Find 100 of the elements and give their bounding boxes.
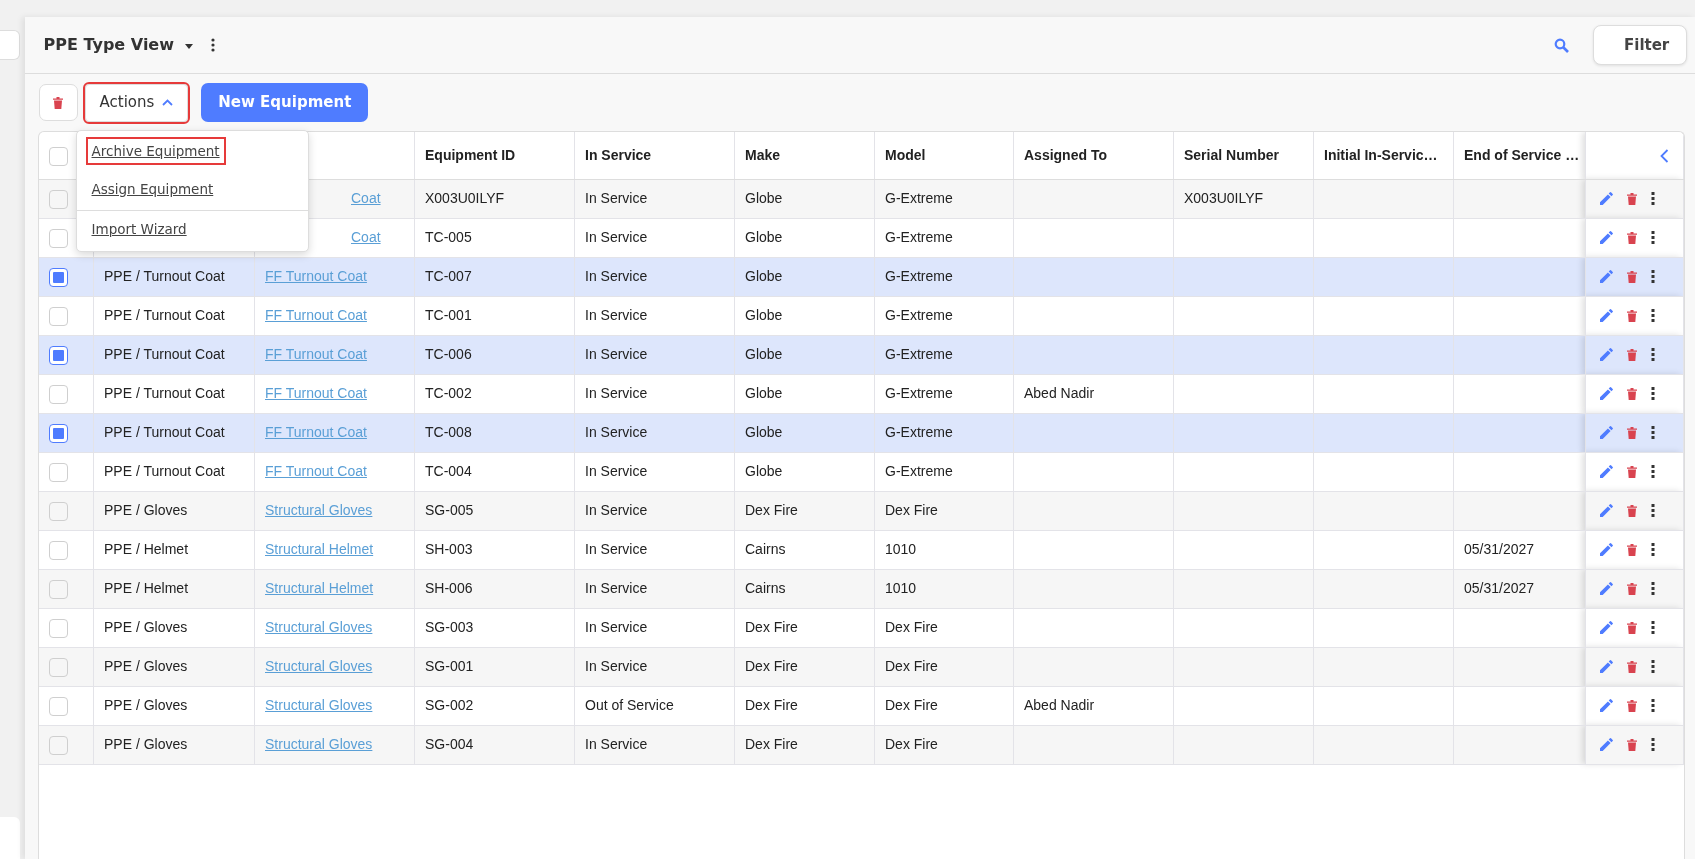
trash-icon[interactable] [1627, 660, 1637, 673]
table-cell: Globe [745, 229, 783, 245]
row-checkbox[interactable] [48, 696, 68, 716]
trash-icon[interactable] [1627, 348, 1637, 361]
row-checkbox[interactable] [48, 462, 68, 482]
menu-item[interactable]: Archive Equipment [76, 133, 308, 172]
row-checkbox[interactable] [48, 423, 68, 443]
trash-icon [53, 96, 63, 109]
more-icon[interactable] [1651, 309, 1655, 322]
column-header[interactable]: Equipment ID [425, 146, 516, 163]
table-cell: Dex Fire [885, 502, 938, 518]
more-icon[interactable] [1651, 270, 1655, 283]
row-checkbox[interactable] [48, 228, 68, 248]
row-checkbox[interactable] [48, 618, 68, 638]
edit-icon[interactable] [1600, 465, 1613, 478]
row-checkbox[interactable] [48, 735, 68, 755]
edit-icon[interactable] [1600, 426, 1613, 439]
view-title[interactable]: PPE Type View [43, 33, 174, 57]
row-checkbox[interactable] [48, 267, 68, 287]
trash-icon[interactable] [1627, 192, 1637, 205]
table-cell: 1010 [885, 541, 917, 557]
more-icon[interactable] [1651, 231, 1655, 244]
table-cell: G-Extreme [885, 346, 953, 362]
menu-item[interactable]: Assign Equipment [76, 171, 308, 210]
trash-icon[interactable] [1627, 270, 1637, 283]
filter-button[interactable]: Filter [1593, 25, 1687, 65]
trash-icon[interactable] [1627, 465, 1637, 478]
column-header[interactable]: Assigned To [1024, 146, 1107, 163]
edit-icon[interactable] [1600, 309, 1613, 322]
row-checkbox[interactable] [48, 540, 68, 560]
trash-icon[interactable] [1627, 426, 1637, 439]
column-header[interactable]: Initial In-Servic… [1324, 146, 1438, 163]
edit-icon[interactable] [1600, 621, 1613, 634]
caret-icon[interactable] [185, 44, 193, 49]
table-cell: In Service [585, 229, 648, 245]
edit-icon[interactable] [1600, 348, 1613, 361]
more-icon[interactable] [1651, 192, 1655, 205]
edit-icon[interactable] [1600, 231, 1613, 244]
table-cell: SH-003 [425, 541, 473, 557]
edit-icon[interactable] [1600, 504, 1613, 517]
chevron-left-icon[interactable] [1660, 149, 1669, 164]
column-header[interactable]: Make [745, 146, 781, 163]
edit-icon[interactable] [1600, 270, 1613, 283]
trash-icon[interactable] [1627, 504, 1637, 517]
item-link[interactable]: FF Turnout Coat [265, 307, 367, 323]
more-icon[interactable] [1651, 504, 1655, 517]
column-header[interactable]: End of Service … [1464, 146, 1580, 163]
more-icon[interactable] [1651, 621, 1655, 634]
item-link[interactable]: FF Turnout Coat [265, 463, 367, 479]
row-checkbox[interactable] [48, 384, 68, 404]
delete-button[interactable] [38, 84, 78, 121]
trash-icon[interactable] [1627, 231, 1637, 244]
trash-icon[interactable] [1627, 543, 1637, 556]
edit-icon[interactable] [1600, 738, 1613, 751]
more-icon[interactable] [1651, 465, 1655, 478]
column-header[interactable]: In Service [585, 146, 652, 163]
more-icon[interactable] [1651, 660, 1655, 673]
column-header[interactable]: Serial Number [1184, 146, 1279, 163]
row-checkbox[interactable] [48, 501, 68, 521]
more-icon[interactable] [1651, 582, 1655, 595]
item-link[interactable]: Structural Gloves [265, 697, 373, 713]
edit-icon[interactable] [1600, 192, 1613, 205]
more-icon[interactable] [1651, 348, 1655, 361]
table-cell: Cairns [745, 541, 786, 557]
row-checkbox[interactable] [48, 306, 68, 326]
trash-icon[interactable] [1627, 699, 1637, 712]
table-cell: PPE / Gloves [104, 502, 188, 518]
chevron-up-icon [162, 99, 174, 106]
select-all-checkbox[interactable] [48, 146, 68, 166]
menu-item[interactable]: Import Wizard [76, 210, 308, 249]
row-checkbox[interactable] [48, 579, 68, 599]
table-cell: Dex Fire [745, 658, 798, 674]
edit-icon[interactable] [1600, 699, 1613, 712]
more-icon[interactable] [1651, 426, 1655, 439]
item-link[interactable]: FF Turnout Coat [265, 385, 367, 401]
table-cell: SG-001 [425, 658, 474, 674]
item-link[interactable]: Structural Gloves [265, 619, 373, 635]
trash-icon[interactable] [1627, 309, 1637, 322]
item-link[interactable]: Structural Helmet [265, 541, 374, 557]
trash-icon[interactable] [1627, 582, 1637, 595]
trash-icon[interactable] [1627, 621, 1637, 634]
trash-icon[interactable] [1627, 738, 1637, 751]
more-icon[interactable] [211, 38, 215, 52]
row-checkbox[interactable] [48, 189, 68, 209]
column-header[interactable]: Model [885, 146, 926, 163]
row-checkbox[interactable] [48, 345, 68, 365]
edit-icon[interactable] [1600, 387, 1613, 400]
edit-icon[interactable] [1600, 543, 1613, 556]
table-cell: G-Extreme [885, 385, 953, 401]
edit-icon[interactable] [1600, 660, 1613, 673]
more-icon[interactable] [1651, 738, 1655, 751]
trash-icon[interactable] [1627, 387, 1637, 400]
more-icon[interactable] [1651, 543, 1655, 556]
actions-button[interactable]: Actions [84, 83, 189, 122]
new-equipment-button[interactable]: New Equipment [201, 83, 369, 122]
more-icon[interactable] [1651, 387, 1655, 400]
search-icon[interactable] [1554, 37, 1569, 53]
row-checkbox[interactable] [48, 657, 68, 677]
edit-icon[interactable] [1600, 582, 1613, 595]
more-icon[interactable] [1651, 699, 1655, 712]
